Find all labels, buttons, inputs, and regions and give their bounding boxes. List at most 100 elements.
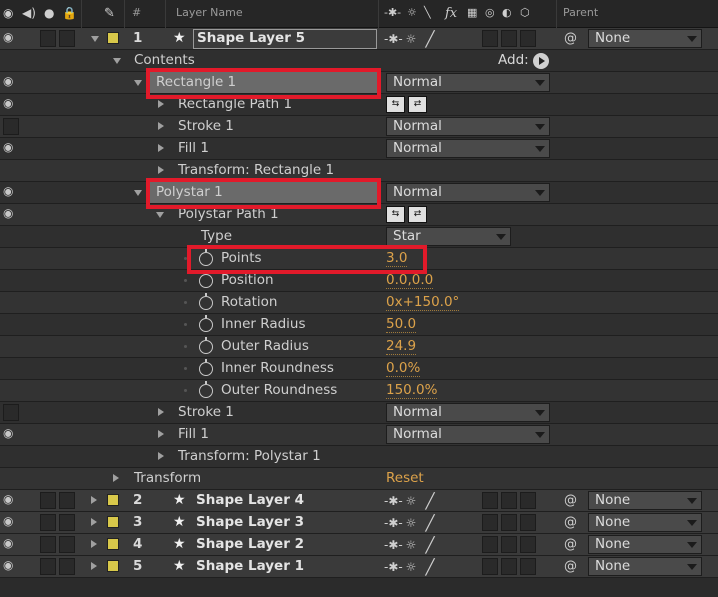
expand-toggle[interactable]: [91, 518, 97, 526]
pickwhip-icon[interactable]: @: [564, 537, 577, 552]
stopwatch-icon[interactable]: [199, 337, 213, 354]
polystar-fill-row[interactable]: ◉ Fill 1 Normal: [0, 424, 718, 446]
eye-icon[interactable]: ◉: [3, 492, 19, 506]
inner-roundness-value[interactable]: 0.0%: [386, 360, 421, 377]
frame-blend-icon[interactable]: ▦: [467, 6, 477, 19]
layer-row-4[interactable]: ◉ 4 ★ Shape Layer 2 -✱- ☼ ╱ @ None: [0, 534, 718, 556]
outer-radius-value[interactable]: 24.9: [386, 338, 417, 355]
polystar-transform-row[interactable]: Transform: Polystar 1: [0, 446, 718, 468]
rectangle-path-row[interactable]: ◉ Rectangle Path 1 ⇆ ⇄: [0, 94, 718, 116]
3d-icon[interactable]: ⬡: [520, 6, 530, 19]
eye-icon[interactable]: ◉: [3, 514, 19, 528]
shy-icon[interactable]: -✱-: [384, 493, 403, 509]
layer-name[interactable]: Shape Layer 1: [196, 558, 304, 574]
fill-label[interactable]: Fill 1: [178, 140, 209, 156]
transform-label[interactable]: Transform: Rectangle 1: [178, 162, 334, 178]
blend-mode-dropdown[interactable]: Normal: [386, 403, 550, 422]
reset-link[interactable]: Reset: [386, 470, 424, 486]
stroke-label[interactable]: Stroke 1: [178, 118, 234, 134]
expand-toggle[interactable]: [91, 496, 97, 504]
type-dropdown[interactable]: Star: [386, 227, 511, 246]
sun-icon[interactable]: ☼: [403, 559, 419, 575]
label-color-swatch[interactable]: [107, 32, 119, 44]
layer-row-2[interactable]: ◉ 2 ★ Shape Layer 4 -✱- ☼ ╱ @ None: [0, 490, 718, 512]
pickwhip-icon[interactable]: @: [564, 515, 577, 530]
polystar-path-row[interactable]: ◉ Polystar Path 1 ⇆ ⇄: [0, 204, 718, 226]
add-menu-button[interactable]: [533, 53, 549, 69]
parent-dropdown[interactable]: None: [588, 557, 702, 576]
points-value[interactable]: 3.0: [386, 250, 408, 267]
pen-icon[interactable]: ╱: [422, 31, 438, 47]
shy-icon[interactable]: -✱-: [384, 6, 401, 19]
rectangle-fill-row[interactable]: ◉ Fill 1 Normal: [0, 138, 718, 160]
rectangle-transform-row[interactable]: Transform: Rectangle 1: [0, 160, 718, 182]
parent-dropdown[interactable]: None: [588, 29, 702, 48]
polystar-group-label[interactable]: Polystar 1: [156, 184, 223, 200]
parent-dropdown[interactable]: None: [588, 535, 702, 554]
expand-toggle[interactable]: [113, 58, 121, 64]
stopwatch-icon[interactable]: [199, 271, 213, 288]
inner-roundness-row[interactable]: Inner Roundness 0.0%: [0, 358, 718, 380]
expand-toggle[interactable]: [158, 166, 164, 174]
expand-toggle[interactable]: [158, 408, 164, 416]
layer-name[interactable]: Shape Layer 2: [196, 536, 304, 552]
expand-toggle[interactable]: [158, 100, 164, 108]
expand-toggle[interactable]: [158, 144, 164, 152]
pen-icon[interactable]: ╱: [422, 493, 438, 509]
layer-transform-label[interactable]: Transform: [134, 470, 201, 486]
layer-transform-row[interactable]: Transform Reset: [0, 468, 718, 490]
eye-icon[interactable]: ◉: [3, 426, 19, 440]
label-color-swatch[interactable]: [107, 494, 119, 506]
eye-icon[interactable]: ◉: [3, 536, 19, 550]
expand-toggle[interactable]: [158, 430, 164, 438]
position-value[interactable]: 0.0,0.0: [386, 272, 434, 289]
stopwatch-icon[interactable]: [199, 359, 213, 376]
shy-icon[interactable]: -✱-: [384, 537, 403, 553]
stopwatch-icon[interactable]: [199, 381, 213, 398]
layer-row-3[interactable]: ◉ 3 ★ Shape Layer 3 -✱- ☼ ╱ @ None: [0, 512, 718, 534]
blend-mode-dropdown[interactable]: Normal: [386, 183, 550, 202]
adjustment-icon[interactable]: ◐: [502, 6, 512, 19]
sun-icon[interactable]: ☼: [403, 31, 419, 47]
stroke-label[interactable]: Stroke 1: [178, 404, 234, 420]
parent-dropdown[interactable]: None: [588, 513, 702, 532]
sun-icon[interactable]: ☼: [403, 515, 419, 531]
polystar-stroke-row[interactable]: Stroke 1 Normal: [0, 402, 718, 424]
layer-name[interactable]: Shape Layer 3: [196, 514, 304, 530]
shy-icon[interactable]: -✱-: [384, 559, 403, 575]
fx-icon[interactable]: fx: [445, 6, 457, 21]
contents-row[interactable]: Contents Add:: [0, 50, 718, 72]
stopwatch-icon[interactable]: [199, 249, 213, 266]
eye-icon[interactable]: ◉: [3, 74, 19, 88]
rotation-value[interactable]: 0x+150.0°: [386, 294, 460, 311]
blend-mode-dropdown[interactable]: Normal: [386, 73, 550, 92]
path-direction-icon[interactable]: ⇆: [386, 96, 405, 113]
blend-mode-dropdown[interactable]: Normal: [386, 117, 550, 136]
expand-toggle[interactable]: [91, 36, 99, 42]
audio-icon[interactable]: ◀): [22, 6, 36, 20]
pen-icon[interactable]: ╱: [422, 515, 438, 531]
expand-toggle[interactable]: [134, 80, 142, 86]
shy-icon[interactable]: -✱-: [384, 515, 403, 531]
path-direction-icon[interactable]: ⇆: [386, 206, 405, 223]
position-row[interactable]: Position 0.0,0.0: [0, 270, 718, 292]
inner-radius-value[interactable]: 50.0: [386, 316, 417, 333]
path-direction-reverse-icon[interactable]: ⇄: [408, 96, 427, 113]
layer-row-1[interactable]: ◉ 1 ★ Shape Layer 5 -✱- ☼ ╱ @ None: [0, 28, 718, 50]
label-tag-icon[interactable]: ✎: [104, 6, 115, 21]
stopwatch-icon[interactable]: [199, 315, 213, 332]
solo-icon[interactable]: ●: [44, 6, 54, 20]
expand-toggle[interactable]: [134, 190, 142, 196]
eye-icon[interactable]: ◉: [3, 6, 13, 20]
pickwhip-icon[interactable]: @: [564, 31, 577, 46]
parent-dropdown[interactable]: None: [588, 491, 702, 510]
sun-icon[interactable]: ☼: [407, 6, 417, 19]
rectangle-group-row[interactable]: ◉ Rectangle 1 Normal: [0, 72, 718, 94]
blend-mode-dropdown[interactable]: Normal: [386, 425, 550, 444]
outer-roundness-row[interactable]: Outer Roundness 150.0%: [0, 380, 718, 402]
transform-label[interactable]: Transform: Polystar 1: [178, 448, 321, 464]
label-color-swatch[interactable]: [107, 538, 119, 550]
eye-icon[interactable]: ◉: [3, 140, 19, 154]
shy-icon[interactable]: -✱-: [384, 31, 403, 47]
eye-icon[interactable]: ◉: [3, 30, 19, 44]
